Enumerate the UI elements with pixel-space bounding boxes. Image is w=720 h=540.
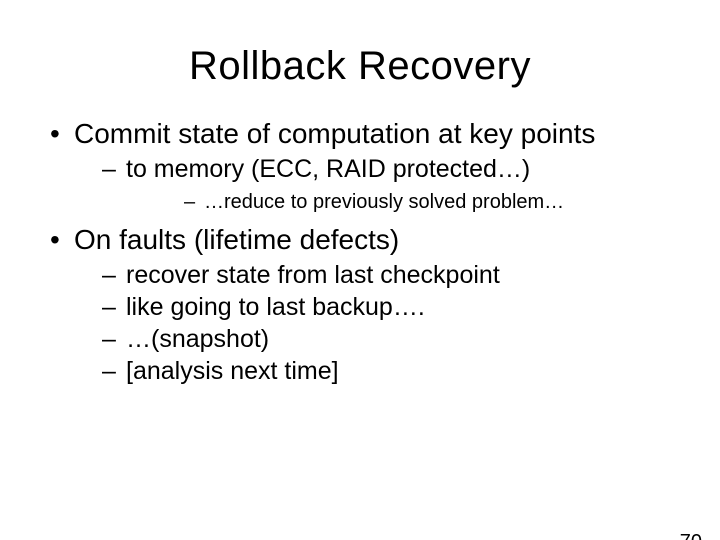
sub-bullet-text: like going to last backup…. — [126, 293, 425, 321]
sub-bullet-item: recover state from last checkpoint — [74, 260, 674, 290]
bullet-text: On faults (lifetime defects) — [74, 224, 399, 255]
sub-bullet-item: like going to last backup…. — [74, 292, 674, 322]
slide-body: Commit state of computation at key point… — [0, 117, 720, 386]
sub-bullet-item: to memory (ECC, RAID protected…) …reduce… — [74, 154, 674, 215]
slide-title: Rollback Recovery — [0, 44, 720, 89]
subsub-bullet-list: …reduce to previously solved problem… — [126, 190, 674, 215]
sub-bullet-text: recover state from last checkpoint — [126, 261, 500, 289]
sub-bullet-text: …(snapshot) — [126, 325, 269, 353]
sub-bullet-text: to memory (ECC, RAID protected…) — [126, 155, 530, 183]
sub-bullet-list: to memory (ECC, RAID protected…) …reduce… — [74, 154, 674, 215]
sub-bullet-text: [analysis next time] — [126, 357, 339, 385]
slide: Rollback Recovery Commit state of comput… — [0, 44, 720, 540]
sub-bullet-list: recover state from last checkpoint like … — [74, 260, 674, 386]
sub-bullet-item: …(snapshot) — [74, 324, 674, 354]
page-number: 70 — [680, 531, 702, 540]
subsub-bullet-item: …reduce to previously solved problem… — [126, 190, 674, 215]
bullet-list: Commit state of computation at key point… — [46, 117, 674, 386]
bullet-text: Commit state of computation at key point… — [74, 118, 595, 149]
bullet-item: Commit state of computation at key point… — [46, 117, 674, 215]
bullet-item: On faults (lifetime defects) recover sta… — [46, 223, 674, 386]
subsub-bullet-text: …reduce to previously solved problem… — [204, 191, 564, 213]
sub-bullet-item: [analysis next time] — [74, 356, 674, 386]
